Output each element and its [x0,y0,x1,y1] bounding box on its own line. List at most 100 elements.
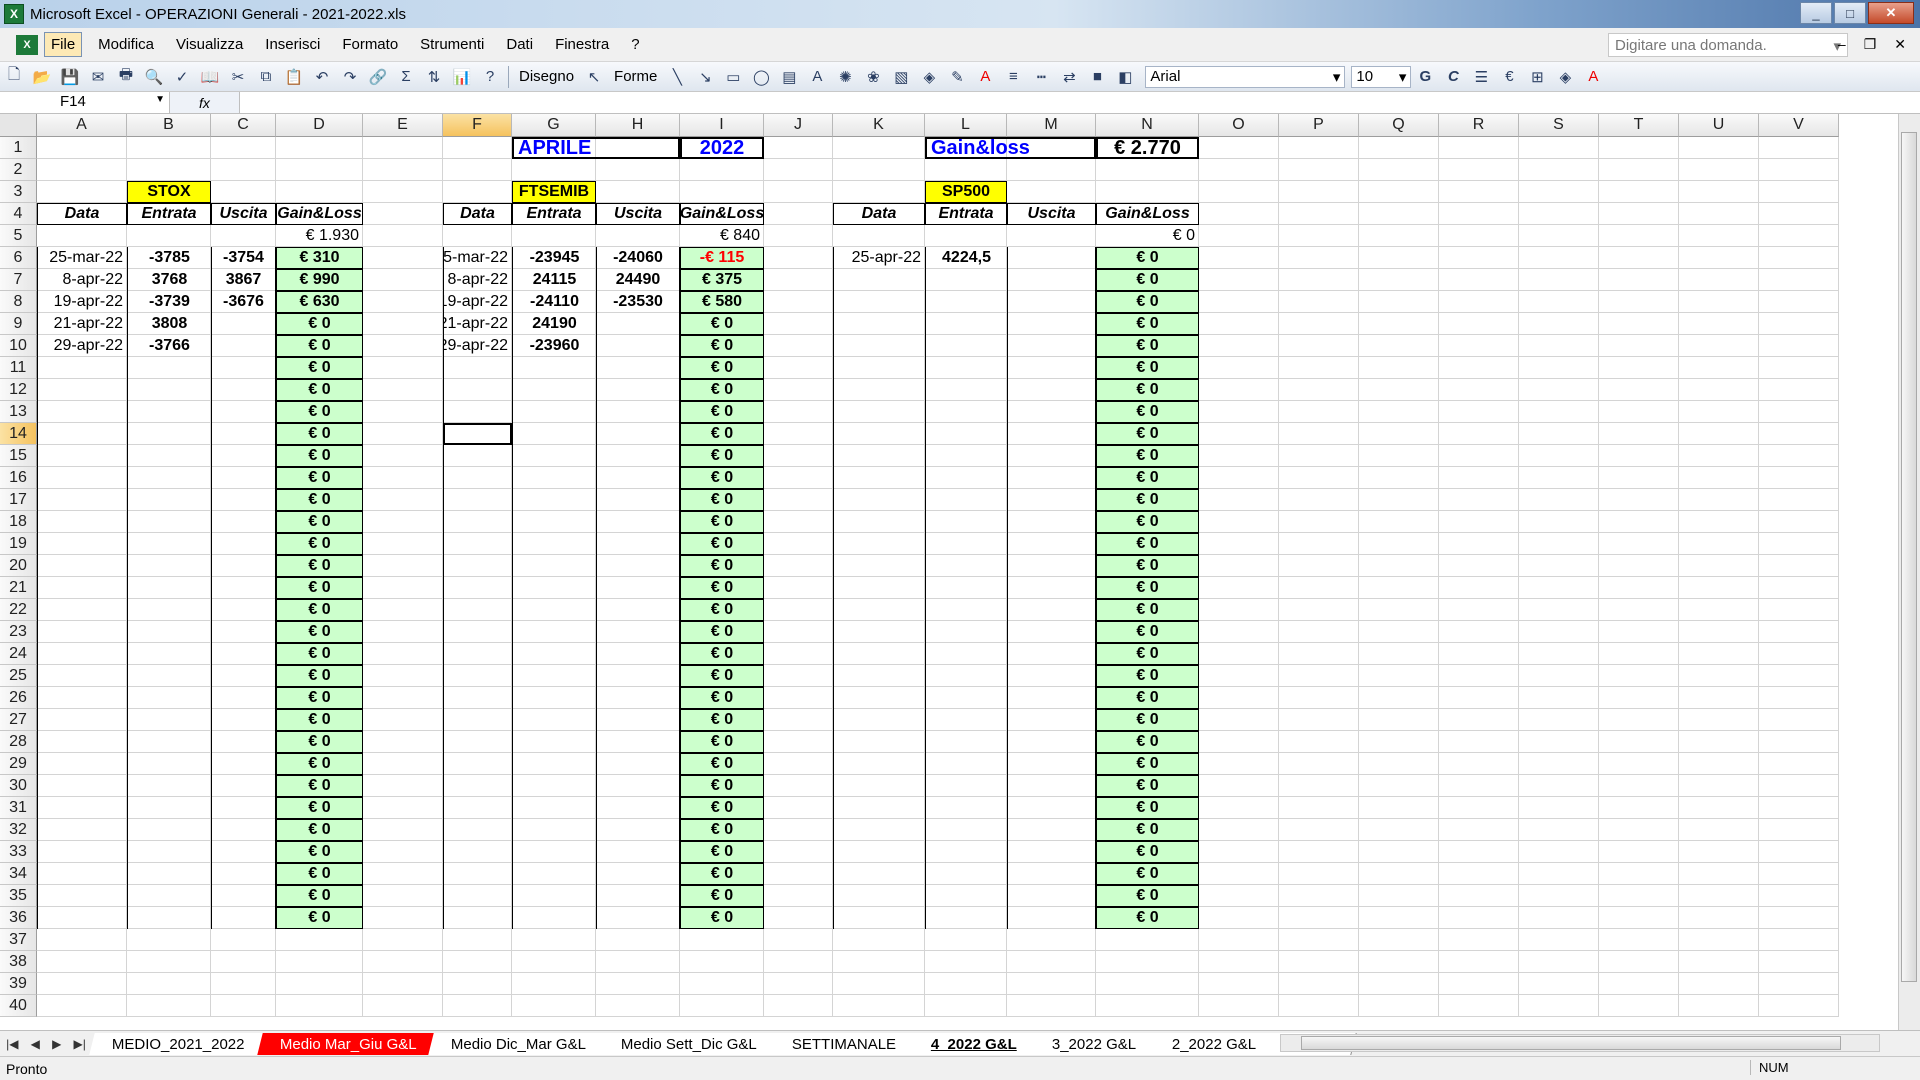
gain-loss-cell[interactable]: € 0 [680,423,764,445]
row-header[interactable]: 38 [0,951,37,973]
trade-entry-cell[interactable] [512,753,596,775]
block-total[interactable]: € 840 [680,225,764,247]
trade-exit-cell[interactable] [1007,709,1096,731]
trade-date-cell[interactable]: 8-apr-22 [443,269,512,291]
column-header-k[interactable]: K [833,114,925,137]
gain-loss-cell[interactable]: € 0 [276,467,363,489]
trade-exit-cell[interactable] [596,555,680,577]
trade-date-cell[interactable] [37,577,127,599]
line-style-icon[interactable]: ≡ [1002,66,1024,88]
trade-entry-cell[interactable] [127,687,211,709]
row-header[interactable]: 36 [0,907,37,929]
trade-exit-cell[interactable] [1007,687,1096,709]
trade-entry-cell[interactable] [925,885,1007,907]
gain-loss-cell[interactable]: € 0 [276,709,363,731]
gain-loss-cell[interactable]: € 0 [680,555,764,577]
row-header[interactable]: 11 [0,357,37,379]
gain-loss-cell[interactable]: € 0 [276,577,363,599]
trade-entry-cell[interactable] [127,423,211,445]
trade-date-cell[interactable] [443,555,512,577]
print-icon[interactable]: 🖶 [115,66,137,88]
trade-date-cell[interactable] [37,863,127,885]
trade-date-cell[interactable] [443,665,512,687]
gain-loss-cell[interactable]: € 0 [680,533,764,555]
euro-button[interactable]: € [1498,66,1520,88]
italic-button[interactable]: C [1442,66,1464,88]
gain-loss-cell[interactable]: € 0 [276,775,363,797]
wordart-icon[interactable]: A [806,66,828,88]
doc-restore-button[interactable]: ❐ [1864,36,1877,53]
gain-loss-cell[interactable]: € 0 [680,885,764,907]
trade-date-cell[interactable] [443,599,512,621]
trade-entry-cell[interactable] [925,401,1007,423]
trade-entry-cell[interactable] [925,819,1007,841]
trade-entry-cell[interactable] [925,511,1007,533]
sheet-tab[interactable]: Medio Dic_Mar G&L [428,1032,611,1055]
trade-date-cell[interactable] [37,753,127,775]
trade-date-cell[interactable]: 19-apr-22 [37,291,127,313]
autosum-icon[interactable]: Σ [395,66,417,88]
trade-entry-cell[interactable] [925,335,1007,357]
trade-date-cell[interactable] [37,775,127,797]
trade-date-cell[interactable] [443,401,512,423]
trade-exit-cell[interactable] [211,555,276,577]
text-color-icon[interactable]: A [1582,66,1604,88]
permission-icon[interactable]: ✉ [87,66,109,88]
trade-date-cell[interactable] [443,533,512,555]
trade-entry-cell[interactable] [127,533,211,555]
help-icon[interactable]: ? [479,66,501,88]
gain-loss-cell[interactable]: € 0 [680,401,764,423]
row-header[interactable]: 26 [0,687,37,709]
trade-date-cell[interactable] [37,511,127,533]
row-header[interactable]: 9 [0,313,37,335]
gain-loss-cell[interactable]: € 0 [680,797,764,819]
column-title[interactable]: Data [37,203,127,225]
trade-exit-cell[interactable] [211,599,276,621]
bold-button[interactable]: G [1414,66,1436,88]
font-name-select[interactable]: Arial ▾ [1145,65,1346,88]
trade-exit-cell[interactable] [596,599,680,621]
trade-exit-cell[interactable] [211,687,276,709]
gain-loss-cell[interactable]: € 0 [276,643,363,665]
trade-entry-cell[interactable] [127,379,211,401]
trade-date-cell[interactable] [443,511,512,533]
instrument-label[interactable]: SP500 [925,181,1007,203]
trade-entry-cell[interactable] [512,709,596,731]
prev-sheet-icon[interactable]: ◀ [31,1037,40,1051]
chevron-down-icon[interactable]: ▾ [1333,68,1341,86]
gain-loss-cell[interactable]: € 0 [680,753,764,775]
next-sheet-icon[interactable]: ▶ [52,1037,61,1051]
trade-date-cell[interactable] [37,665,127,687]
column-header-d[interactable]: D [276,114,363,137]
row-header[interactable]: 23 [0,621,37,643]
trade-entry-cell[interactable] [925,269,1007,291]
trade-exit-cell[interactable] [1007,819,1096,841]
trade-date-cell[interactable] [37,841,127,863]
trade-exit-cell[interactable] [1007,555,1096,577]
gain-loss-cell[interactable]: € 0 [680,709,764,731]
trade-exit-cell[interactable] [1007,291,1096,313]
minimize-button[interactable]: _ [1800,2,1832,24]
font-size-select[interactable]: 10 ▾ [1351,65,1412,88]
trade-exit-cell[interactable] [1007,467,1096,489]
gain-loss-cell[interactable]: -€ 115 [680,247,764,269]
gain-loss-cell[interactable]: € 0 [1096,753,1199,775]
gain-loss-cell[interactable]: € 0 [276,753,363,775]
trade-entry-cell[interactable]: 4224,5 [925,247,1007,269]
trade-exit-cell[interactable] [211,643,276,665]
trade-exit-cell[interactable] [1007,599,1096,621]
trade-entry-cell[interactable] [512,863,596,885]
trade-date-cell[interactable]: 19-apr-22 [443,291,512,313]
sheet-tab[interactable]: SETTIMANALE [769,1032,921,1055]
gain-loss-cell[interactable]: € 0 [1096,445,1199,467]
year-title[interactable]: 2022 [680,137,764,159]
copy-icon[interactable]: ⧉ [255,66,277,88]
trade-date-cell[interactable] [37,797,127,819]
gain-loss-cell[interactable]: € 0 [1096,709,1199,731]
trade-entry-cell[interactable] [925,841,1007,863]
trade-date-cell[interactable] [833,841,925,863]
trade-date-cell[interactable] [37,423,127,445]
gain-loss-cell[interactable]: € 0 [276,379,363,401]
gain-loss-cell[interactable]: € 0 [1096,599,1199,621]
trade-exit-cell[interactable] [211,357,276,379]
